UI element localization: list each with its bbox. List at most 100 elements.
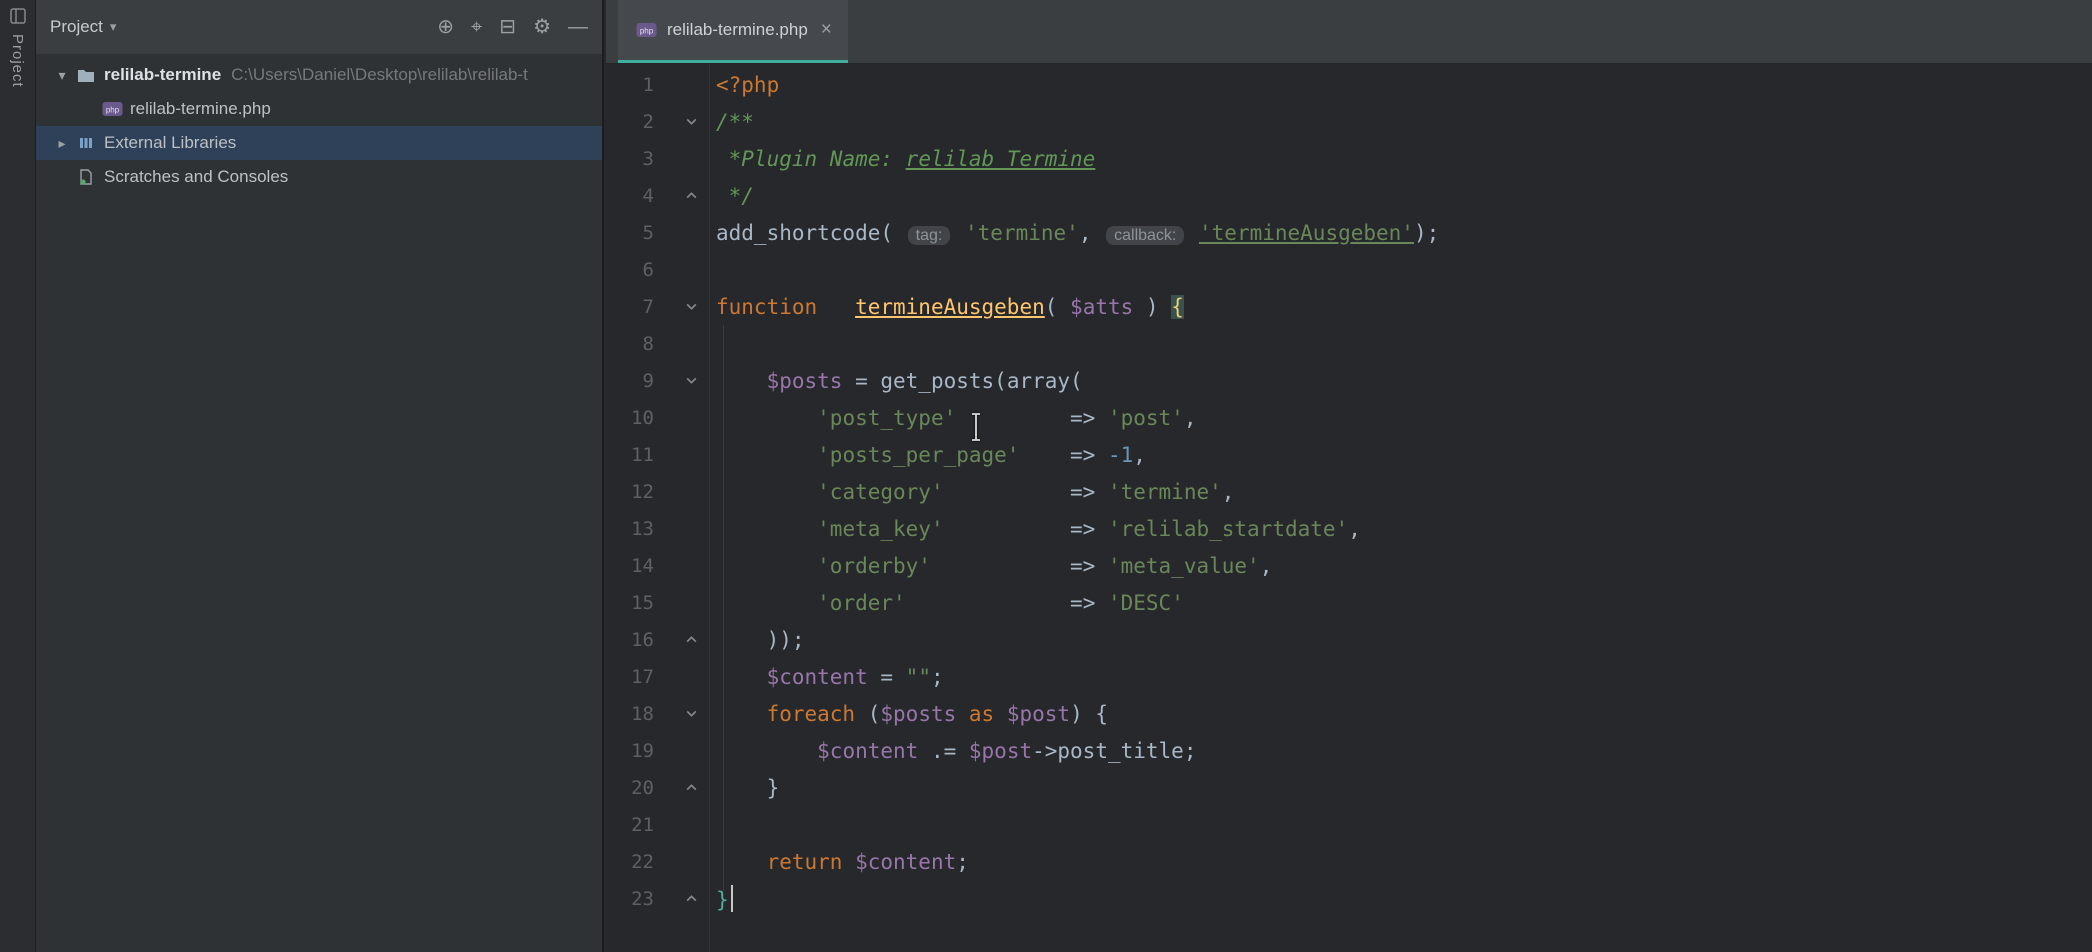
code-text[interactable]: function termineAusgeben( $atts ) { <box>716 295 1184 319</box>
code-text[interactable]: <?php <box>716 73 779 97</box>
tree-item-scratches-and-consoles[interactable]: Scratches and Consoles <box>36 160 602 194</box>
line-number: 9 <box>606 370 654 392</box>
code-text[interactable]: } <box>716 776 779 800</box>
code-editor[interactable]: 1 <?php 2 /** 3 *Plugin Name: relilab Termin… <box>606 64 2092 952</box>
code-line-20[interactable]: 20 } <box>606 769 2092 806</box>
code-token: Plugin Name: <box>741 147 905 171</box>
code-text[interactable]: *Plugin Name: relilab Termine <box>716 147 1095 171</box>
tree-item-relilab-termine-php[interactable]: phprelilab-termine.php <box>36 92 602 126</box>
code-line-18[interactable]: 18 foreach ($posts as $post) { <box>606 695 2092 732</box>
code-line-22[interactable]: 22 return $content; <box>606 843 2092 880</box>
collapse-all-icon[interactable]: ⊟ <box>499 17 516 37</box>
line-number: 2 <box>606 111 654 133</box>
code-line-10[interactable]: 10 'post_type' => 'post', <box>606 399 2092 436</box>
code-token <box>944 480 1070 504</box>
tree-item-relilab-termine[interactable]: ▾relilab-termineC:\Users\Daniel\Desktop\… <box>36 58 602 92</box>
code-token: callback: <box>1106 226 1184 245</box>
code-text[interactable]: foreach ($posts as $post) { <box>716 702 1108 726</box>
fold-end-icon[interactable] <box>654 781 708 794</box>
line-number: 1 <box>606 74 654 96</box>
settings-icon[interactable]: ⚙ <box>533 17 551 37</box>
code-line-5[interactable]: 5 add_shortcode( tag: 'termine', callback… <box>606 214 2092 251</box>
code-token: 'DESC' <box>1108 591 1184 615</box>
code-line-6[interactable]: 6 <box>606 251 2092 288</box>
code-line-7[interactable]: 7function termineAusgeben( $atts ) { <box>606 288 2092 325</box>
code-token: => <box>1070 480 1108 504</box>
hide-panel-icon[interactable]: — <box>568 17 588 37</box>
code-line-13[interactable]: 13 'meta_key' => 'relilab_startdate', <box>606 510 2092 547</box>
code-line-12[interactable]: 12 'category' => 'termine', <box>606 473 2092 510</box>
line-number: 5 <box>606 222 654 244</box>
php-file-icon: php <box>634 22 658 38</box>
code-token: , <box>1184 406 1197 430</box>
code-text[interactable]: 'posts_per_page' => -1, <box>716 443 1146 467</box>
code-token: ); <box>1414 221 1439 245</box>
code-text[interactable]: add_shortcode( tag: 'termine', callback:… <box>716 221 1439 245</box>
code-text[interactable]: $posts = get_posts(array( <box>716 369 1083 393</box>
code-token <box>944 517 1070 541</box>
fold-start-icon[interactable] <box>654 707 708 720</box>
code-line-4[interactable]: 4 */ <box>606 177 2092 214</box>
code-token: 'posts_per_page' <box>817 443 1019 467</box>
fold-end-icon[interactable] <box>654 633 708 646</box>
code-line-23[interactable]: 23} <box>606 880 2092 917</box>
code-token: ->post_title; <box>1032 739 1196 763</box>
fold-start-icon[interactable] <box>654 115 708 128</box>
tree-item-external-libraries[interactable]: ▸External Libraries <box>36 126 602 160</box>
code-token: "" <box>906 665 931 689</box>
target-icon[interactable]: ⌖ <box>471 17 482 37</box>
fold-end-icon[interactable] <box>654 189 708 202</box>
fold-end-icon[interactable] <box>654 892 708 905</box>
project-tool-window-icon[interactable] <box>10 8 26 24</box>
close-tab-icon[interactable]: × <box>821 19 832 41</box>
code-token: ( <box>1045 295 1070 319</box>
code-token: function <box>716 295 817 319</box>
code-text[interactable]: return $content; <box>716 850 969 874</box>
fold-start-icon[interactable] <box>654 300 708 313</box>
code-token: $post <box>1007 702 1070 726</box>
chevron-right-icon[interactable]: ▸ <box>50 135 74 152</box>
chevron-down-icon[interactable]: ▾ <box>110 19 117 35</box>
line-number: 22 <box>606 851 654 873</box>
code-line-9[interactable]: 9 $posts = get_posts(array( <box>606 362 2092 399</box>
line-number: 19 <box>606 740 654 762</box>
code-token: /** <box>716 110 754 134</box>
svg-text:php: php <box>105 106 119 115</box>
code-text[interactable]: $content = ""; <box>716 665 944 689</box>
locate-file-icon[interactable]: ⊕ <box>437 17 454 37</box>
code-token <box>716 850 767 874</box>
code-text[interactable]: /** <box>716 110 754 134</box>
code-text[interactable]: 'post_type' => 'post', <box>716 406 1196 430</box>
code-text[interactable]: */ <box>716 184 754 208</box>
code-line-16[interactable]: 16 )); <box>606 621 2092 658</box>
code-token: )); <box>716 628 805 652</box>
code-text[interactable]: 'order' => 'DESC' <box>716 591 1184 615</box>
code-token: 'termine' <box>1108 480 1222 504</box>
code-line-2[interactable]: 2 /** <box>606 103 2092 140</box>
code-token <box>716 591 817 615</box>
code-line-14[interactable]: 14 'orderby' => 'meta_value', <box>606 547 2092 584</box>
code-line-11[interactable]: 11 'posts_per_page' => -1, <box>606 436 2092 473</box>
code-text[interactable]: 'meta_key' => 'relilab_startdate', <box>716 517 1361 541</box>
code-text[interactable]: 'category' => 'termine', <box>716 480 1234 504</box>
code-line-21[interactable]: 21 <box>606 806 2092 843</box>
code-line-19[interactable]: 19 $content .= $post->post_title; <box>606 732 2092 769</box>
fold-start-icon[interactable] <box>654 374 708 387</box>
project-panel-title[interactable]: Project <box>50 17 103 37</box>
tool-window-stripe-label[interactable]: Project <box>9 34 26 88</box>
code-line-17[interactable]: 17 $content = ""; <box>606 658 2092 695</box>
code-text[interactable]: )); <box>716 628 805 652</box>
code-token: = <box>842 369 880 393</box>
code-line-1[interactable]: 1 <?php <box>606 66 2092 103</box>
tab-relilab-termine-php[interactable]: php relilab-termine.php × <box>618 0 848 63</box>
text-caret <box>731 885 733 912</box>
code-token: => <box>1070 406 1108 430</box>
code-text[interactable]: 'orderby' => 'meta_value', <box>716 554 1272 578</box>
code-line-8[interactable]: 8 <box>606 325 2092 362</box>
code-text[interactable]: $content .= $post->post_title; <box>716 739 1196 763</box>
code-lines: 1 <?php 2 /** 3 *Plugin Name: relilab Termin… <box>606 66 2092 917</box>
code-line-15[interactable]: 15 'order' => 'DESC' <box>606 584 2092 621</box>
code-text[interactable]: } <box>716 885 733 912</box>
chevron-down-icon[interactable]: ▾ <box>50 67 74 84</box>
code-line-3[interactable]: 3 *Plugin Name: relilab Termine <box>606 140 2092 177</box>
